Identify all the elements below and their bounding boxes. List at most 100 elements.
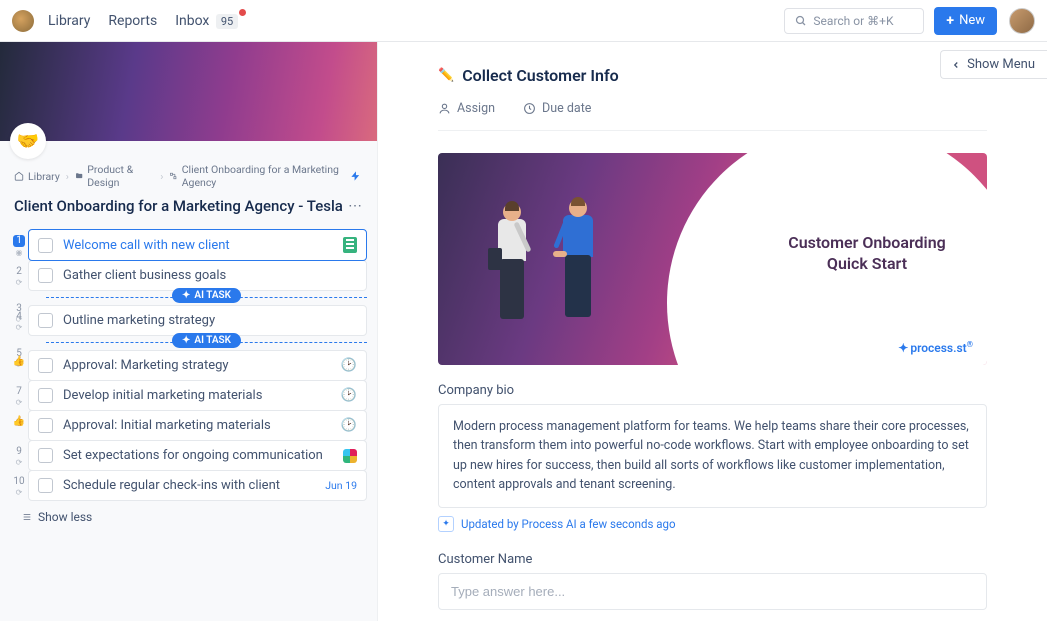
customer-name-label: Customer Name [438, 552, 987, 567]
workflow-icon [169, 171, 177, 181]
clock-icon: 🕑 [341, 388, 357, 403]
workflow-emoji-icon: 🤝 [10, 123, 46, 159]
page-emoji-icon: ✏️ [438, 68, 454, 83]
breadcrumbs: Library › Product & Design › Client Onbo… [0, 141, 377, 189]
task-label: Outline marketing strategy [63, 313, 357, 328]
task-label: Develop initial marketing materials [63, 388, 341, 403]
banner-image: Customer Onboarding Quick Start ✦process… [438, 153, 987, 365]
ai-task-pill: ✦AI TASK [172, 333, 241, 348]
inbox-count-badge: 95 [216, 14, 238, 29]
due-date-button[interactable]: Due date [523, 101, 591, 116]
task-checkbox[interactable] [38, 268, 53, 283]
task-label: Gather client business goals [63, 268, 357, 283]
clock-icon [523, 102, 536, 115]
chevron-left-icon [951, 60, 961, 70]
left-panel: 🤝 Library › Product & Design › Client On… [0, 42, 378, 621]
page-title: Collect Customer Info [462, 66, 619, 85]
task-row[interactable]: Welcome call with new client [28, 229, 367, 261]
breadcrumb-workflow[interactable]: Client Onboarding for a Marketing Agency [169, 163, 344, 189]
task-sub-icon: ⟳ [16, 278, 23, 287]
task-label: Approval: Initial marketing materials [63, 418, 341, 433]
bio-text[interactable]: Modern process management platform for t… [438, 404, 987, 508]
form-icon [343, 237, 357, 253]
task-checkbox[interactable] [38, 238, 53, 253]
task-sub-icon: ◉ [16, 248, 23, 257]
task-row[interactable]: Approval: Marketing strategy🕑 [28, 350, 367, 381]
nav-library[interactable]: Library [48, 13, 90, 29]
more-options-button[interactable]: ⋯ [348, 198, 363, 214]
banner-title: Customer Onboarding Quick Start [777, 233, 957, 275]
bio-label: Company bio [438, 383, 987, 398]
nav-inbox-label: Inbox [175, 13, 209, 29]
task-number: 4 [16, 311, 22, 322]
workflow-hero: 🤝 [0, 42, 377, 141]
task-number: 10 [13, 476, 24, 487]
task-row[interactable]: Approval: Initial marketing materials🕑 [28, 410, 367, 441]
chevron-right-icon: › [160, 170, 163, 183]
ai-task-divider[interactable]: ✦AI TASK [46, 342, 367, 343]
task-checkbox[interactable] [38, 418, 53, 433]
app-logo[interactable] [12, 10, 34, 32]
updated-info: ✦ Updated by Process AI a few seconds ag… [438, 516, 987, 532]
search-icon [795, 15, 807, 27]
ai-task-pill: ✦AI TASK [172, 288, 241, 303]
task-label: Approval: Marketing strategy [63, 358, 341, 373]
clock-icon: 🕑 [341, 358, 357, 373]
brand-logo: ✦process.st® [898, 340, 973, 355]
home-icon [14, 171, 24, 181]
new-button[interactable]: + New [934, 7, 997, 35]
task-sub-icon: ⟳ [16, 458, 23, 467]
approval-icon: 👍 [13, 416, 25, 427]
search-placeholder: Search or ⌘+K [813, 14, 893, 28]
due-date-tag: Jun 19 [325, 479, 357, 492]
task-label: Schedule regular check-ins with client [63, 478, 325, 493]
task-checkbox[interactable] [38, 448, 53, 463]
task-checkbox[interactable] [38, 313, 53, 328]
task-row[interactable]: Develop initial marketing materials🕑 [28, 380, 367, 411]
task-label: Set expectations for ongoing communicati… [63, 448, 343, 463]
show-less-label: Show less [38, 510, 92, 524]
task-checkbox[interactable] [38, 388, 53, 403]
content-panel: ✏️ Collect Customer Info Assign Due date [378, 42, 1047, 621]
handshake-illustration-icon [498, 203, 658, 353]
sparkle-icon: ✦ [182, 290, 190, 301]
new-button-label: New [959, 13, 985, 28]
task-row[interactable]: Outline marketing strategy [28, 305, 367, 336]
gear-icon: ✦ [898, 341, 908, 355]
chevron-right-icon: › [66, 170, 69, 183]
search-input[interactable]: Search or ⌘+K [784, 8, 924, 34]
task-row[interactable]: Schedule regular check-ins with clientJu… [28, 470, 367, 501]
task-sub-icon: ⟳ [16, 398, 23, 407]
show-less-button[interactable]: Show less [0, 500, 377, 534]
folder-icon [75, 171, 83, 181]
notification-dot-icon [239, 9, 246, 16]
task-sub-icon: ⟳ [16, 488, 23, 497]
nav-reports[interactable]: Reports [108, 13, 157, 29]
plus-icon: + [946, 13, 954, 29]
assign-button[interactable]: Assign [438, 101, 495, 116]
user-icon [438, 102, 451, 115]
clock-icon: 🕑 [341, 418, 357, 433]
ai-icon: ✦ [438, 516, 454, 532]
breadcrumb-root[interactable]: Library [14, 170, 60, 183]
show-menu-button[interactable]: Show Menu [940, 50, 1047, 79]
task-row[interactable]: Set expectations for ongoing communicati… [28, 440, 367, 471]
task-number: 2 [16, 266, 22, 277]
slack-icon [343, 449, 357, 463]
task-label: Welcome call with new client [63, 238, 343, 253]
breadcrumb-folder[interactable]: Product & Design [75, 163, 154, 189]
task-checkbox[interactable] [38, 478, 53, 493]
user-avatar[interactable] [1009, 8, 1035, 34]
workflow-title: Client Onboarding for a Marketing Agency… [14, 197, 348, 215]
sparkle-icon: ✦ [182, 335, 190, 346]
customer-name-input[interactable] [438, 573, 987, 610]
task-checkbox[interactable] [38, 358, 53, 373]
task-list: 1◉Welcome call with new client2⟳Gather c… [0, 229, 377, 500]
task-row[interactable]: Gather client business goals [28, 260, 367, 291]
ai-task-divider[interactable]: ✦AI TASK [46, 297, 367, 298]
task-sub-icon: ⟳ [16, 323, 23, 332]
top-nav: Library Reports Inbox 95 Search or ⌘+K +… [0, 0, 1047, 42]
nav-inbox[interactable]: Inbox 95 [175, 13, 238, 29]
automation-bolt-icon[interactable] [350, 169, 363, 183]
approval-icon: 👍 [13, 356, 25, 367]
